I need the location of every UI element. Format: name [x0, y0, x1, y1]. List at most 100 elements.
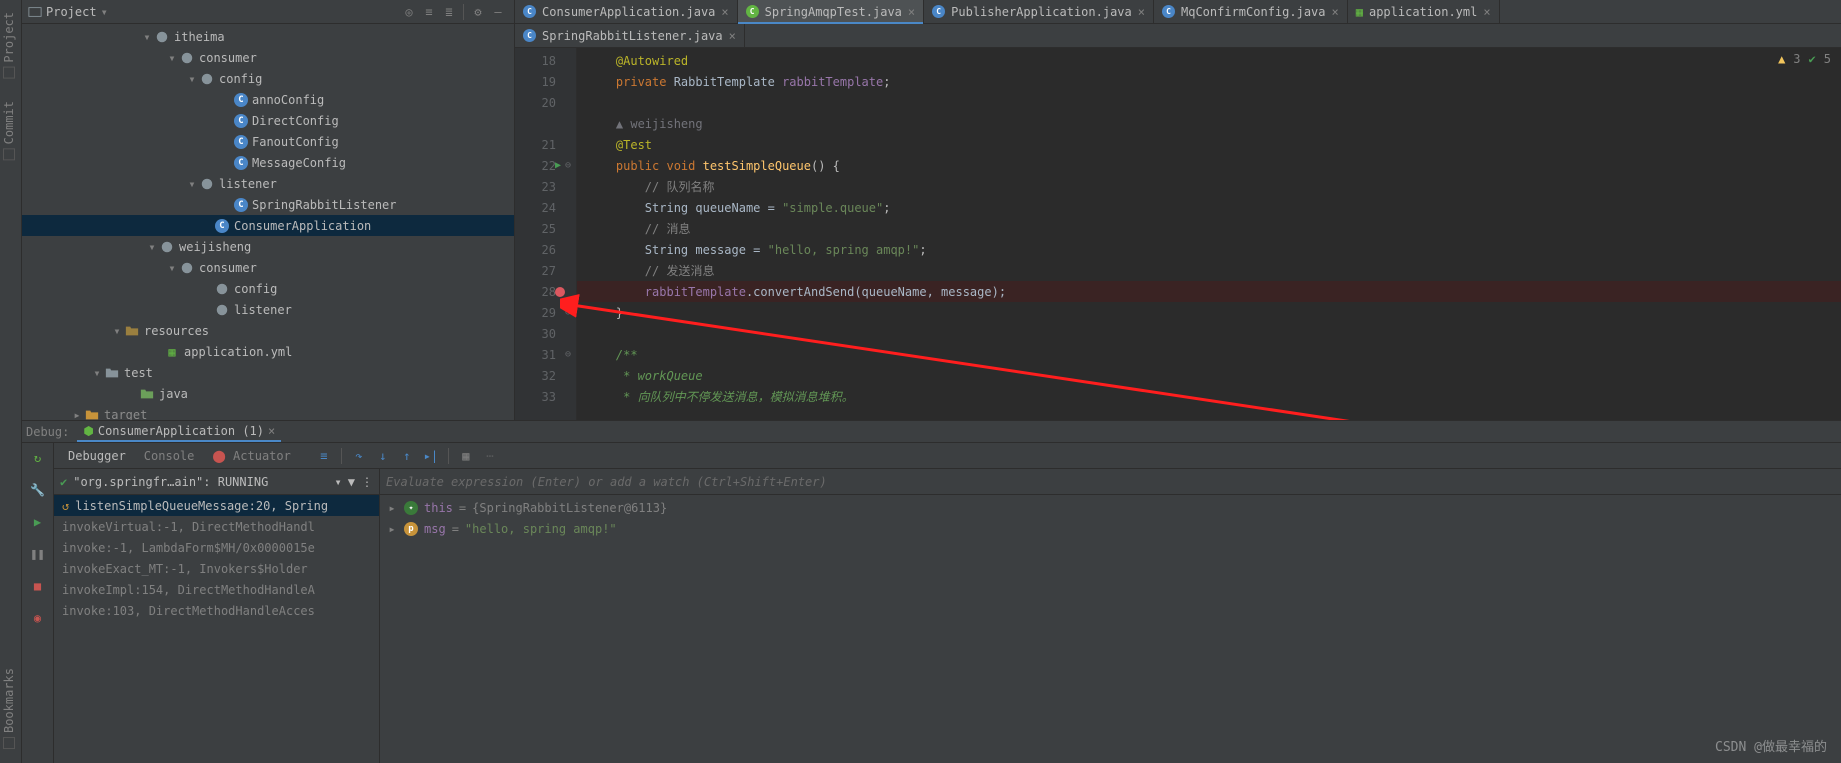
tree-node[interactable]: ▾itheima [22, 26, 514, 47]
code-line[interactable]: // 消息 [577, 218, 1841, 239]
variable-row[interactable]: ▸✦this = {SpringRabbitListener@6113} [386, 497, 1835, 518]
code-editor[interactable]: 1819202122▶⊖23242526272829⊖3031⊖3233 ▲3 … [515, 48, 1841, 420]
close-icon[interactable]: × [721, 5, 728, 19]
fold-icon[interactable]: ⊖ [565, 307, 571, 318]
code-line[interactable]: @Test [577, 134, 1841, 155]
debug-run-config-tab[interactable]: ⬢ ConsumerApplication (1) × [77, 421, 281, 442]
tree-node[interactable]: MessageConfig [22, 152, 514, 173]
expand-all-icon[interactable]: ≡ [419, 2, 439, 22]
project-title[interactable]: Project [46, 5, 97, 19]
more-icon[interactable]: ⋮ [361, 475, 373, 489]
expand-arrow-icon[interactable]: ▾ [187, 177, 197, 191]
tree-node[interactable]: ▾test [22, 362, 514, 383]
close-icon[interactable]: × [729, 29, 736, 43]
expand-caret-icon[interactable]: ▸ [386, 522, 398, 536]
run-to-cursor-icon[interactable]: ▸| [420, 445, 442, 467]
code-line[interactable]: public void testSimpleQueue() { [577, 155, 1841, 176]
gutter-line[interactable]: 30 [515, 323, 576, 344]
gutter-line[interactable]: 19 [515, 71, 576, 92]
close-icon[interactable]: × [268, 424, 275, 438]
gutter-line[interactable]: 27 [515, 260, 576, 281]
breakpoints-icon[interactable]: ◉ [27, 607, 49, 629]
pause-icon[interactable]: ❚❚ [27, 543, 49, 565]
code-line[interactable]: private RabbitTemplate rabbitTemplate; [577, 71, 1841, 92]
close-icon[interactable]: × [1138, 5, 1145, 19]
evaluate-input[interactable]: Evaluate expression (Enter) or add a wat… [380, 469, 1841, 494]
step-into-icon[interactable]: ↓ [372, 445, 394, 467]
gutter-line[interactable]: 33 [515, 386, 576, 407]
expand-arrow-icon[interactable]: ▾ [142, 30, 152, 44]
code-body[interactable]: ▲3 ✔5 @Autowired private RabbitTemplate … [577, 48, 1841, 420]
hide-icon[interactable]: — [488, 2, 508, 22]
filter-icon[interactable]: ▼ [348, 475, 355, 489]
editor-tab[interactable]: ▦application.yml× [1348, 0, 1500, 23]
stack-frame[interactable]: invokeImpl:154, DirectMethodHandleA [54, 579, 379, 600]
gutter-line[interactable]: 28 [515, 281, 576, 302]
code-line[interactable]: rabbitTemplate.convertAndSend(queueName,… [577, 281, 1841, 302]
expand-arrow-icon[interactable]: ▾ [112, 324, 122, 338]
run-gutter-icon[interactable]: ▶ [555, 160, 561, 171]
gutter[interactable]: 1819202122▶⊖23242526272829⊖3031⊖3233 [515, 48, 577, 420]
code-line[interactable]: // 发送消息 [577, 260, 1841, 281]
gutter-line[interactable]: 20 [515, 92, 576, 113]
tree-node[interactable]: java [22, 383, 514, 404]
fold-icon[interactable]: ⊖ [565, 349, 571, 360]
code-line[interactable] [577, 323, 1841, 344]
expand-arrow-icon[interactable]: ▾ [167, 51, 177, 65]
tree-node[interactable]: ▾consumer [22, 47, 514, 68]
gutter-line[interactable]: 29⊖ [515, 302, 576, 323]
editor-tab[interactable]: CMqConfirmConfig.java× [1154, 0, 1348, 23]
rerun-icon[interactable]: ↻ [27, 447, 49, 469]
close-icon[interactable]: × [1483, 5, 1490, 19]
tree-node[interactable]: ▾consumer [22, 257, 514, 278]
evaluate-icon[interactable]: ▦ [455, 445, 477, 467]
code-line[interactable]: String message = "hello, spring amqp!"; [577, 239, 1841, 260]
tree-node[interactable]: application.yml [22, 341, 514, 362]
variable-row[interactable]: ▸pmsg = "hello, spring amqp!" [386, 518, 1835, 539]
stack-frame[interactable]: invokeVirtual:-1, DirectMethodHandl [54, 516, 379, 537]
collapse-all-icon[interactable]: ≣ [439, 2, 459, 22]
tree-node[interactable]: ▾weijisheng [22, 236, 514, 257]
tree-node[interactable]: ▸target [22, 404, 514, 420]
stack-frame[interactable]: invokeExact_MT:-1, Invokers$Holder [54, 558, 379, 579]
expand-arrow-icon[interactable]: ▾ [147, 240, 157, 254]
project-tree[interactable]: ▾itheima▾consumer▾configannoConfigDirect… [22, 24, 514, 420]
stop-icon[interactable]: ■ [27, 575, 49, 597]
code-line[interactable]: // 队列名称 [577, 176, 1841, 197]
step-out-icon[interactable]: ↑ [396, 445, 418, 467]
expand-arrow-icon[interactable]: ▸ [72, 408, 82, 421]
code-line[interactable]: } [577, 302, 1841, 323]
gutter-line[interactable]: 31⊖ [515, 344, 576, 365]
project-dropdown-icon[interactable]: ▾ [101, 5, 108, 19]
tree-node[interactable]: ▾config [22, 68, 514, 89]
gutter-line[interactable]: 18 [515, 50, 576, 71]
expand-arrow-icon[interactable]: ▾ [92, 366, 102, 380]
tree-node[interactable]: annoConfig [22, 89, 514, 110]
code-line[interactable]: String queueName = "simple.queue"; [577, 197, 1841, 218]
editor-tab[interactable]: CPublisherApplication.java× [924, 0, 1154, 23]
tree-node[interactable]: ▾resources [22, 320, 514, 341]
editor-tab[interactable]: CSpringAmqpTest.java× [738, 0, 925, 23]
thread-dropdown-icon[interactable]: ▾ [335, 475, 342, 489]
breakpoint-icon[interactable] [555, 287, 565, 297]
locate-icon[interactable]: ◎ [399, 2, 419, 22]
tab-actuator[interactable]: ⬤ Actuator [204, 447, 298, 465]
close-icon[interactable]: × [908, 5, 915, 19]
gutter-line[interactable]: 22▶⊖ [515, 155, 576, 176]
code-line[interactable] [577, 92, 1841, 113]
expand-arrow-icon[interactable]: ▾ [187, 72, 197, 86]
gutter-line[interactable]: 32 [515, 365, 576, 386]
tree-node[interactable]: FanoutConfig [22, 131, 514, 152]
code-line[interactable]: @Autowired [577, 50, 1841, 71]
editor-tab[interactable]: CSpringRabbitListener.java× [515, 24, 745, 47]
gutter-line[interactable]: 25 [515, 218, 576, 239]
expand-arrow-icon[interactable]: ▾ [167, 261, 177, 275]
tab-console[interactable]: Console [136, 447, 203, 465]
modify-run-icon[interactable]: 🔧 [27, 479, 49, 501]
stripe-project[interactable]: Project [0, 4, 18, 87]
code-line[interactable]: ▲ weijisheng [577, 113, 1841, 134]
stripe-commit[interactable]: Commit [0, 93, 18, 168]
gutter-line[interactable]: 24 [515, 197, 576, 218]
gutter-line[interactable]: 26 [515, 239, 576, 260]
close-icon[interactable]: × [1332, 5, 1339, 19]
